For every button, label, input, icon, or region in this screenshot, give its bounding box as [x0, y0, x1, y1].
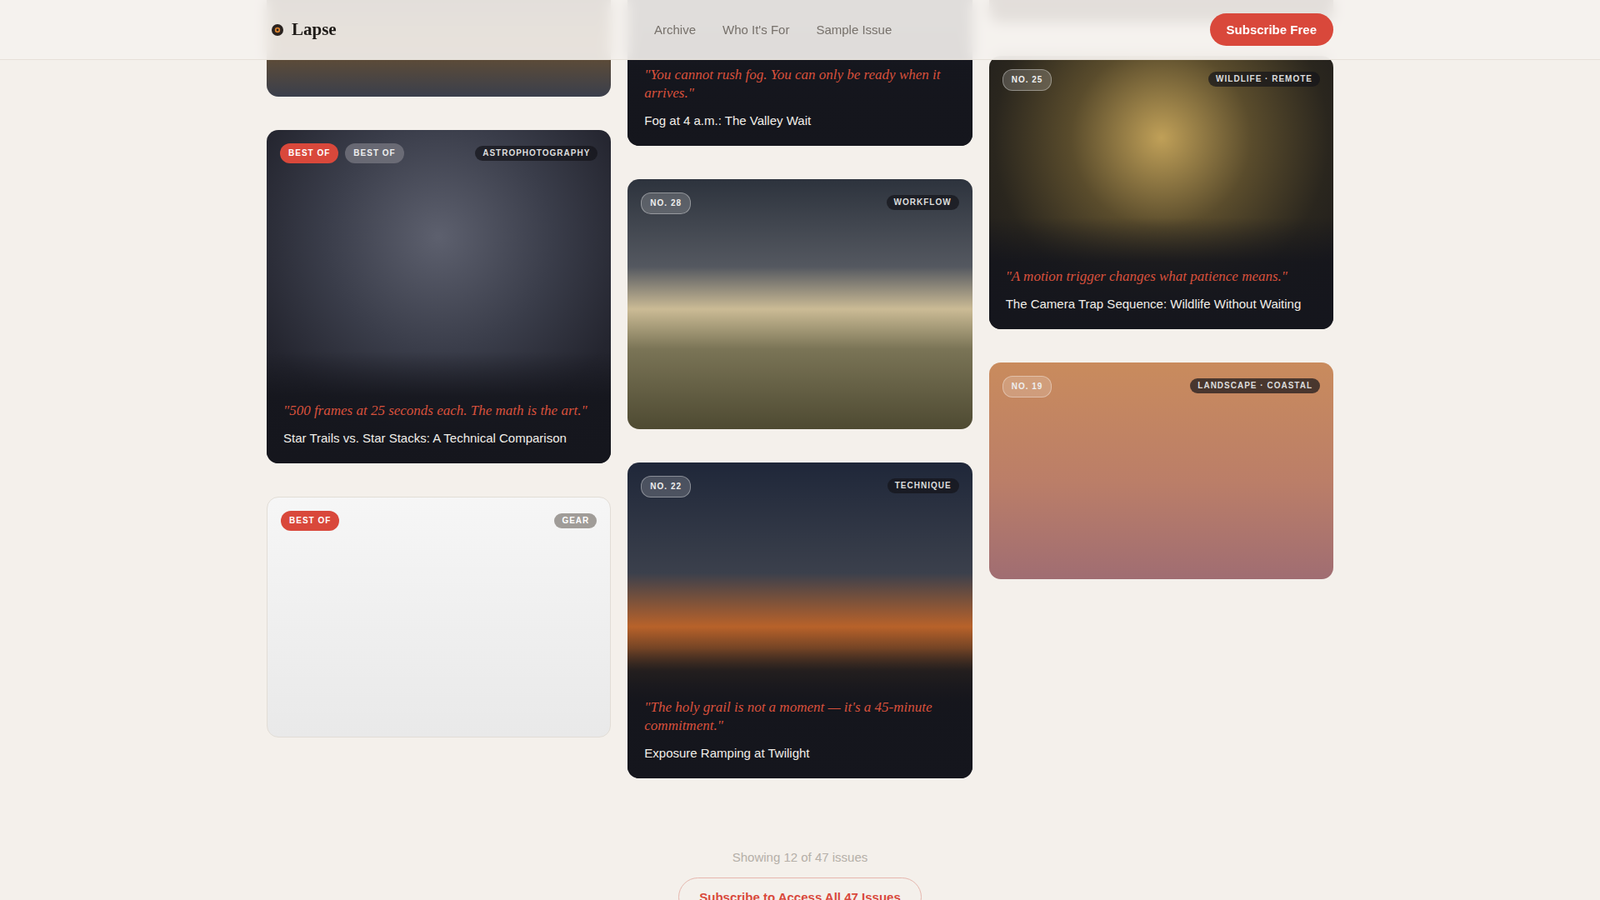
category-tag: GEAR — [554, 513, 597, 529]
aperture-icon — [270, 23, 285, 37]
top-bar: Lapse Archive Who It's For Sample Issue Su… — [0, 0, 1600, 60]
badge: NO. 28 — [640, 192, 691, 215]
card-quote: "The holy grail is not a moment — it's a… — [644, 698, 955, 735]
brand[interactable]: Lapse — [266, 19, 337, 40]
card-badges: BEST OF GEAR — [280, 510, 597, 531]
card-badges: NO. 19 LANDSCAPE · COASTAL — [1002, 375, 1320, 398]
grid-column: BEST OF BEST OF ASTROPHOTOGRAPHY "500 fra… — [266, 0, 611, 738]
card-title: Star Trails vs. Star Stacks: A Technical… — [283, 430, 595, 447]
badge: NO. 19 — [1002, 375, 1053, 398]
category-tag: WILDLIFE · REMOTE — [1208, 71, 1320, 87]
card-badges: BEST OF BEST OF ASTROPHOTOGRAPHY — [280, 143, 598, 164]
card-quote: "A motion trigger changes what patience … — [1005, 267, 1317, 286]
subscribe-button[interactable]: Subscribe Free — [1210, 13, 1334, 46]
archive-page: BEST OF BEST OF ASTROPHOTOGRAPHY "500 fra… — [0, 0, 1600, 900]
brand-name: Lapse — [291, 19, 337, 40]
card-badges: NO. 22 TECHNIQUE — [640, 475, 959, 498]
category-tag: LANDSCAPE · COASTAL — [1190, 378, 1320, 394]
card-title: The Camera Trap Sequence: Wildlife Witho… — [1005, 295, 1317, 313]
card-badges: NO. 28 WORKFLOW — [640, 192, 959, 215]
card-caption: "A motion trigger changes what patience … — [989, 217, 1334, 330]
subscribe-all-button[interactable]: Subscribe to Access All 47 Issues — [678, 877, 922, 900]
card-quote: "500 frames at 25 seconds each. The math… — [283, 401, 595, 420]
card-caption: "500 frames at 25 seconds each. The math… — [266, 351, 611, 464]
badge: BEST OF — [280, 143, 339, 164]
issue-card[interactable]: NO. 22 TECHNIQUE "The holy grail is not … — [627, 462, 972, 779]
category-tag: TECHNIQUE — [887, 478, 960, 494]
card-quote: "You cannot rush fog. You can only be re… — [644, 65, 955, 103]
category-tag: ASTROPHOTOGRAPHY — [475, 145, 598, 161]
issue-card[interactable]: NO. 28 WORKFLOW — [627, 179, 972, 430]
main-nav: Archive Who It's For Sample Issue — [654, 22, 892, 37]
badge: BEST OF — [280, 510, 340, 531]
card-title: Exposure Ramping at Twilight — [644, 745, 955, 762]
issue-grid: BEST OF BEST OF ASTROPHOTOGRAPHY "500 fra… — [266, 0, 1334, 779]
issue-card[interactable]: NO. 25 WILDLIFE · REMOTE "A motion trigg… — [989, 55, 1334, 330]
nav-link[interactable]: Who It's For — [722, 22, 790, 37]
card-caption: "The holy grail is not a moment — it's a… — [627, 648, 972, 779]
category-tag: WORKFLOW — [886, 195, 960, 210]
issue-card[interactable]: BEST OF GEAR — [266, 496, 611, 738]
archive-footer: Showing 12 of 47 issues Subscribe to Acc… — [0, 850, 1600, 900]
issue-card[interactable]: NO. 19 LANDSCAPE · COASTAL — [989, 362, 1334, 580]
nav-link[interactable]: Archive — [654, 22, 696, 37]
grid-column: "You cannot rush fog. You can only be re… — [627, 0, 972, 779]
badge: NO. 22 — [640, 475, 691, 498]
card-title: Fog at 4 a.m.: The Valley Wait — [644, 112, 955, 130]
issue-card[interactable]: BEST OF BEST OF ASTROPHOTOGRAPHY "500 fra… — [266, 130, 611, 464]
badge: BEST OF — [345, 143, 404, 164]
card-badges: NO. 25 WILDLIFE · REMOTE — [1002, 69, 1320, 91]
grid-column: NO. 25 WILDLIFE · REMOTE "A motion trigg… — [989, 0, 1334, 580]
issue-count: Showing 12 of 47 issues — [732, 850, 869, 865]
badge: NO. 25 — [1002, 69, 1053, 91]
nav-link[interactable]: Sample Issue — [815, 22, 892, 37]
